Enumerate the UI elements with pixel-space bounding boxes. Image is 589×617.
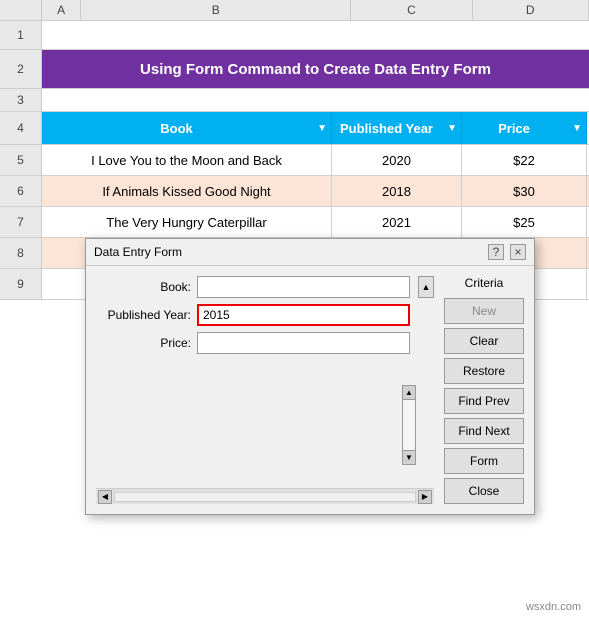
year-input-wrap (197, 304, 410, 326)
row1-content (42, 21, 589, 49)
price-input-wrap (197, 332, 410, 354)
new-button[interactable]: New (444, 298, 524, 324)
cell-7b: The Very Hungry Caterpillar (42, 207, 332, 237)
row-num-5: 5 (0, 145, 42, 175)
cell-5b: I Love You to the Moon and Back (42, 145, 332, 175)
row-num-2: 2 (0, 50, 42, 88)
book-scroll-up[interactable]: ▲ (418, 276, 434, 298)
book-input[interactable] (197, 276, 410, 298)
row-3: 3 (0, 89, 589, 112)
dialog-close-x-button[interactable]: × (510, 244, 526, 260)
header-book[interactable]: Book ▼ (42, 112, 332, 144)
dialog-body: Book: ▲ Published Year: (86, 266, 534, 514)
row-num-7: 7 (0, 207, 42, 237)
col-headers: A B C D (0, 0, 589, 21)
row-6: 6 If Animals Kissed Good Night 2018 $30 (0, 176, 589, 207)
row-4: 4 Book ▼ Published Year ▼ Price ▼ (0, 112, 589, 145)
find-prev-button[interactable]: Find Prev (444, 388, 524, 414)
row-1: 1 (0, 21, 589, 50)
cell-6d: $30 (462, 176, 587, 206)
cell-6b: If Animals Kissed Good Night (42, 176, 332, 206)
dialog-help-button[interactable]: ? (488, 244, 504, 260)
cell-6c: 2018 (332, 176, 462, 206)
form-button[interactable]: Form (444, 448, 524, 474)
header-price-label: Price (498, 121, 530, 136)
price-dropdown-icon[interactable]: ▼ (572, 123, 582, 134)
cell-5d: $22 (462, 145, 587, 175)
header-price[interactable]: Price ▼ (462, 112, 587, 144)
watermark: wsxdn.com (526, 601, 581, 613)
book-input-wrap (197, 276, 410, 298)
left-scrollbar-area: ▲ ▼ (96, 385, 434, 488)
cell-5c: 2020 (332, 145, 462, 175)
year-input[interactable] (197, 304, 410, 326)
price-field-row: Price: (96, 332, 434, 354)
dialog-form-fields: Book: ▲ Published Year: (96, 276, 434, 379)
row-2: 2 Using Form Command to Create Data Entr… (0, 50, 589, 89)
cell-7d: $25 (462, 207, 587, 237)
vertical-scrollbar[interactable]: ▲ ▼ (402, 385, 416, 465)
dialog-controls: ? × (488, 244, 526, 260)
criteria-label: Criteria (444, 276, 524, 290)
h-scroll-left-btn[interactable]: ◀ (98, 490, 112, 504)
scroll-up-icon: ▲ (422, 282, 431, 292)
restore-button[interactable]: Restore (444, 358, 524, 384)
year-field-row: Published Year: (96, 304, 434, 326)
col-header-c: C (351, 0, 472, 20)
book-dropdown-icon[interactable]: ▼ (317, 123, 327, 134)
year-dropdown-icon[interactable]: ▼ (447, 123, 457, 134)
row3-content (42, 89, 589, 111)
price-input[interactable] (197, 332, 410, 354)
data-entry-dialog: Data Entry Form ? × Book: ▲ (85, 238, 535, 515)
header-year[interactable]: Published Year ▼ (332, 112, 462, 144)
close-button[interactable]: Close (444, 478, 524, 504)
horizontal-scrollbar: ◀ ▶ (96, 488, 434, 504)
dialog-titlebar: Data Entry Form ? × (86, 239, 534, 266)
row-num-9: 9 (0, 269, 42, 299)
clear-button[interactable]: Clear (444, 328, 524, 354)
row-5: 5 I Love You to the Moon and Back 2020 $… (0, 145, 589, 176)
h-scroll-right-btn[interactable]: ▶ (418, 490, 432, 504)
book-field-row: Book: ▲ (96, 276, 434, 298)
cell-7c: 2021 (332, 207, 462, 237)
year-label: Published Year: (96, 308, 191, 322)
price-label: Price: (96, 336, 191, 350)
header-year-label: Published Year (340, 121, 433, 136)
row-num-4: 4 (0, 112, 42, 144)
col-header-a: A (42, 0, 81, 20)
row-num-3: 3 (0, 89, 42, 111)
header-book-label: Book (160, 121, 193, 136)
dialog-buttons: Criteria New Clear Restore Find Prev Fin… (444, 276, 524, 504)
find-next-button[interactable]: Find Next (444, 418, 524, 444)
dialog-title: Data Entry Form (94, 245, 182, 259)
book-label: Book: (96, 280, 191, 294)
row-7: 7 The Very Hungry Caterpillar 2021 $25 (0, 207, 589, 238)
h-scroll-track (114, 492, 416, 502)
row-num-1: 1 (0, 21, 42, 49)
scroll-track (403, 400, 415, 450)
scroll-up-btn[interactable]: ▲ (403, 386, 415, 400)
row-num-6: 6 (0, 176, 42, 206)
corner-cell (0, 0, 42, 20)
row-num-8: 8 (0, 238, 42, 268)
col-header-b: B (81, 0, 351, 20)
col-header-d: D (473, 0, 589, 20)
spreadsheet-title: Using Form Command to Create Data Entry … (42, 50, 589, 88)
scroll-down-btn[interactable]: ▼ (403, 450, 415, 464)
